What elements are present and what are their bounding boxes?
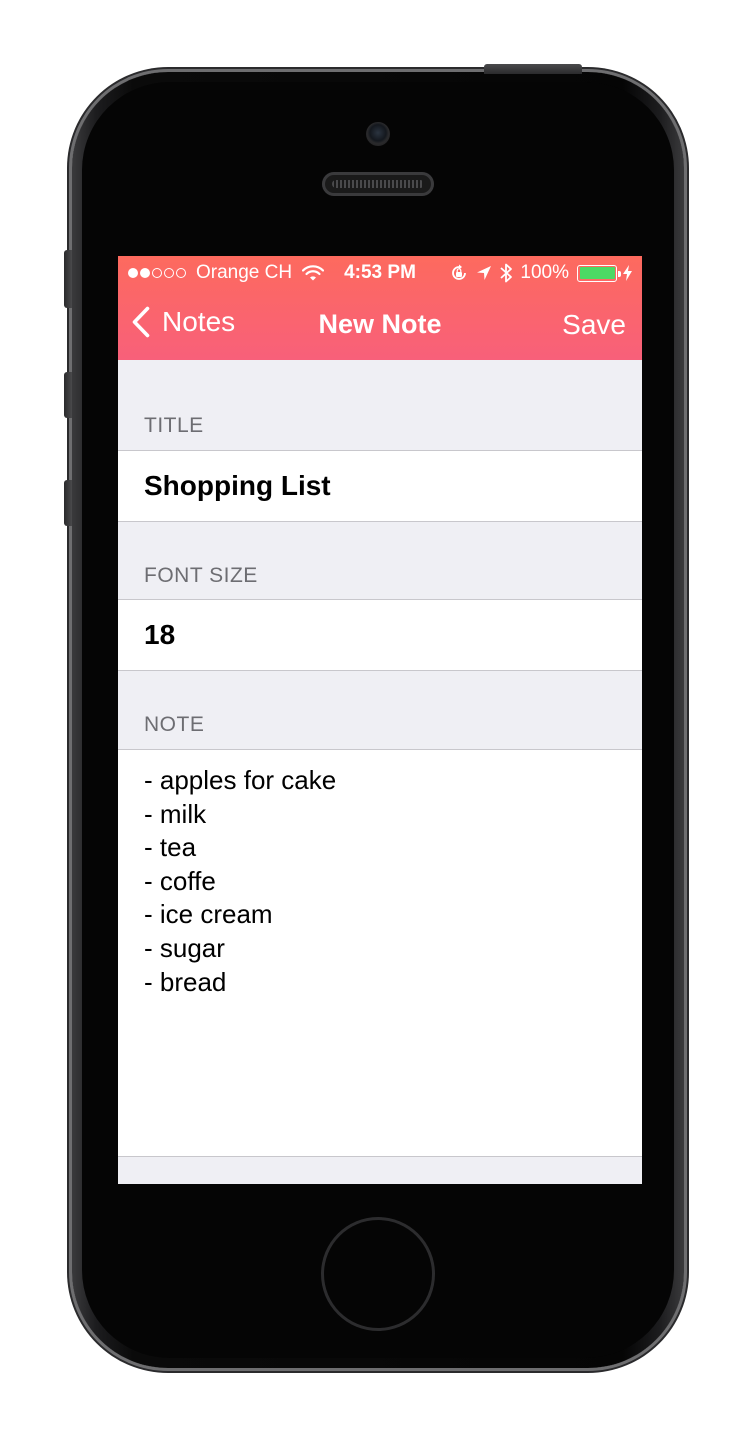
screen: Orange CH 4:53 PM 100% Notes New Note Sa… [118,256,642,1184]
status-right: 100% [442,262,632,284]
battery-icon [577,264,621,282]
title-cell [118,450,642,522]
note-line: - apples for cake [144,765,337,795]
title-section-header: TITLE [144,414,204,437]
note-line: - tea [144,832,197,863]
note-content: - apples for cake - milk - tea - coffe -… [144,764,622,999]
note-line: - sugar [144,932,225,963]
mute-switch [64,250,72,308]
note-line: - ice cream [144,899,273,930]
note-textarea[interactable]: - apples for cake - milk - tea - coffe -… [118,749,642,1157]
rotation-lock-icon [452,264,467,280]
note-line: - coffe [144,865,216,896]
note-line: - bread [144,966,227,997]
front-camera [366,122,390,146]
volume-down-button [64,480,72,526]
note-section-header: NOTE [144,713,205,736]
power-button [484,64,582,74]
battery-level-fill [579,267,615,279]
home-button[interactable] [324,1220,432,1328]
location-icon [477,266,492,280]
save-button[interactable]: Save [562,309,626,341]
note-line: - milk [144,798,207,829]
font-size-input[interactable] [144,618,622,652]
font-size-cell [118,599,642,671]
status-bar: Orange CH 4:53 PM 100% [118,256,642,290]
title-input[interactable] [144,469,622,503]
volume-up-button [64,372,72,418]
bluetooth-icon [500,263,513,283]
battery-percentage: 100% [520,262,569,283]
font-size-section-header: FONT SIZE [144,564,258,587]
charging-icon [623,265,632,281]
navigation-bar: Orange CH 4:53 PM 100% Notes New Note Sa… [118,256,642,360]
earpiece-speaker [322,172,434,196]
